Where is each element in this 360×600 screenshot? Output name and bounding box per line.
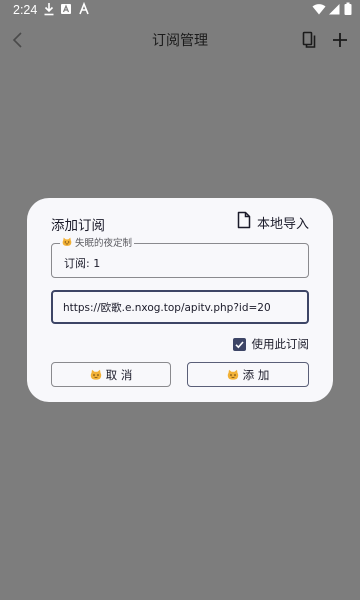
use-subscription-label: 使用此订阅 <box>251 337 310 351</box>
cat-emoji-icon <box>62 237 72 246</box>
file-icon <box>237 211 251 233</box>
cat-emoji-icon <box>90 369 101 380</box>
cat-emoji-icon <box>227 369 238 380</box>
subscription-source-legend: 失眠的夜定制 <box>60 237 135 250</box>
subscription-source-box[interactable]: 失眠的夜定制 订阅: 1 <box>51 237 309 278</box>
battery-icon <box>344 2 352 19</box>
signal-icon <box>328 2 340 19</box>
local-import-button[interactable]: 本地导入 <box>237 211 309 233</box>
app-notification-icon <box>60 2 72 19</box>
wifi-icon <box>312 2 326 19</box>
drm-icon <box>78 1 90 19</box>
use-subscription-toggle[interactable]: 使用此订阅 <box>232 336 310 352</box>
add-label: 添 加 <box>242 367 270 382</box>
app-bar: 订阅管理 <box>0 20 360 60</box>
add-button[interactable]: 添 加 <box>187 362 309 387</box>
add-subscription-dialog: 添加订阅 本地导入 失眠的夜定制 订阅: 1 使用此订阅 取 消 添 加 <box>27 198 333 402</box>
subscription-source-name: 失眠的夜定制 <box>75 238 133 249</box>
local-import-label: 本地导入 <box>256 216 309 232</box>
use-subscription-checkbox[interactable] <box>232 337 246 351</box>
status-bar: 2:24 <box>0 0 360 20</box>
dialog-title: 添加订阅 <box>51 218 105 234</box>
clipboard-icon[interactable] <box>302 30 318 54</box>
add-icon[interactable] <box>332 30 348 54</box>
download-icon <box>43 2 55 19</box>
cancel-label: 取 消 <box>105 367 133 382</box>
subscription-url-input[interactable] <box>51 290 309 324</box>
cancel-button[interactable]: 取 消 <box>51 362 171 387</box>
status-time: 2:24 <box>13 3 38 17</box>
checkmark-icon <box>234 340 244 348</box>
subscription-count: 订阅: 1 <box>64 257 101 270</box>
